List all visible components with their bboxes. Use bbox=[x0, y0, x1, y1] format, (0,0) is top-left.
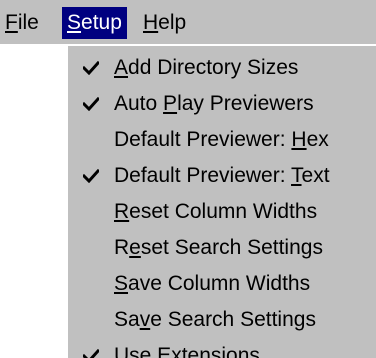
label-accelerator: P bbox=[163, 92, 178, 115]
label-post: eset Column Widths bbox=[129, 200, 318, 223]
menu-item-label: Use Extensions bbox=[114, 338, 260, 358]
menu-item-default-previewer-hex[interactable]: Default Previewer: Hex bbox=[68, 122, 376, 158]
setup-dropdown-menu: Add Directory Sizes Auto Play Previewers… bbox=[66, 44, 376, 358]
label-post: ex bbox=[306, 128, 329, 151]
label-post: dd Directory Sizes bbox=[128, 56, 299, 79]
label-post: e Search Settings bbox=[150, 308, 316, 331]
menu-item-label: Reset Column Widths bbox=[114, 194, 317, 230]
menu-file-label-post: ile bbox=[17, 11, 39, 34]
menu-file[interactable]: File bbox=[0, 7, 44, 39]
menu-item-label: Reset Search Settings bbox=[114, 230, 323, 266]
label-post: lay Previewers bbox=[177, 92, 314, 115]
menu-item-label: Default Previewer: Text bbox=[114, 158, 330, 194]
label-post: ext bbox=[301, 164, 330, 187]
checkmark-icon bbox=[80, 338, 102, 358]
menu-item-use-extensions[interactable]: Use Extensions bbox=[68, 338, 376, 358]
label-pre: Default Previewer: bbox=[114, 164, 292, 187]
menu-item-reset-column-widths[interactable]: Reset Column Widths bbox=[68, 194, 376, 230]
application-window: File Setup Help Add Directory Sizes Auto… bbox=[0, 0, 376, 358]
menu-setup[interactable]: Setup bbox=[62, 7, 127, 39]
label-accelerator: U bbox=[114, 344, 130, 358]
checkmark-icon bbox=[80, 302, 102, 338]
label-accelerator: e bbox=[129, 236, 141, 259]
menu-item-auto-play-previewers[interactable]: Auto Play Previewers bbox=[68, 86, 376, 122]
label-accelerator: A bbox=[114, 56, 129, 79]
checkmark-icon bbox=[80, 86, 102, 122]
checkmark-icon bbox=[80, 194, 102, 230]
label-accelerator: T bbox=[291, 164, 302, 187]
label-accelerator: v bbox=[139, 308, 151, 331]
label-pre: Auto bbox=[114, 92, 164, 115]
checkmark-icon bbox=[80, 266, 102, 302]
menu-item-label: Save Search Settings bbox=[114, 302, 316, 338]
menu-item-save-search-settings[interactable]: Save Search Settings bbox=[68, 302, 376, 338]
menu-item-label: Save Column Widths bbox=[114, 266, 310, 302]
checkmark-icon bbox=[80, 50, 102, 86]
menu-item-save-column-widths[interactable]: Save Column Widths bbox=[68, 266, 376, 302]
menu-bar: File Setup Help bbox=[0, 0, 376, 44]
menu-file-accelerator: F bbox=[5, 11, 18, 34]
label-accelerator: H bbox=[291, 128, 307, 151]
menu-help-label-post: elp bbox=[158, 11, 187, 34]
menu-item-reset-search-settings[interactable]: Reset Search Settings bbox=[68, 230, 376, 266]
label-post: set Search Settings bbox=[140, 236, 323, 259]
menu-setup-label-post: etup bbox=[81, 11, 122, 34]
menu-help[interactable]: Help bbox=[138, 7, 191, 39]
label-post: se Extensions bbox=[129, 344, 260, 358]
label-pre: R bbox=[114, 236, 130, 259]
label-accelerator: R bbox=[114, 200, 130, 223]
menu-item-default-previewer-text[interactable]: Default Previewer: Text bbox=[68, 158, 376, 194]
checkmark-icon bbox=[80, 230, 102, 266]
menu-help-accelerator: H bbox=[143, 11, 159, 34]
menu-item-label: Default Previewer: Hex bbox=[114, 122, 329, 158]
checkmark-icon bbox=[80, 122, 102, 158]
menu-setup-accelerator: S bbox=[67, 11, 82, 34]
label-pre: Default Previewer: bbox=[114, 128, 292, 151]
menu-item-label: Auto Play Previewers bbox=[114, 86, 314, 122]
checkmark-icon bbox=[80, 158, 102, 194]
label-pre: Sa bbox=[114, 308, 140, 331]
label-accelerator: S bbox=[114, 272, 129, 295]
label-post: ave Column Widths bbox=[128, 272, 311, 295]
menu-item-add-directory-sizes[interactable]: Add Directory Sizes bbox=[68, 50, 376, 86]
menu-item-label: Add Directory Sizes bbox=[114, 50, 298, 86]
